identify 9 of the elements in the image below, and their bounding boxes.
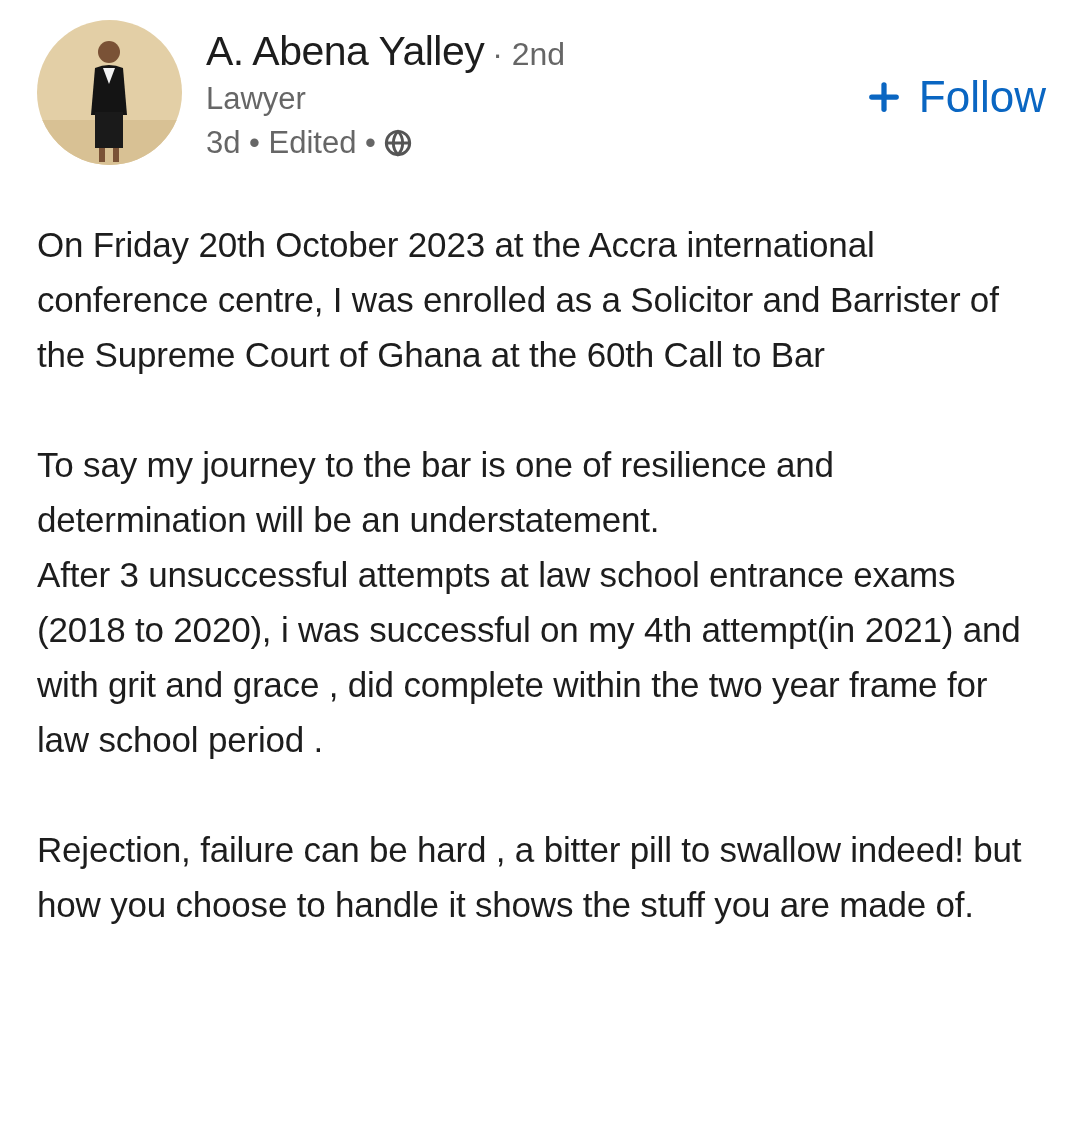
author-name[interactable]: A. Abena Yalley xyxy=(206,28,485,75)
post-paragraph: On Friday 20th October 2023 at the Accra international conference centre, I was enrolled as a Solicitor and Barrister of the Supreme Court of Ghana at the 60th Call to Bar xyxy=(37,224,1000,376)
author-headline: Lawyer xyxy=(206,81,307,117)
post-paragraph: Rejection, failure can be hard , a bitter pill to swallow indeed! but how you choose to handle it shows the stuff you are made of. xyxy=(37,829,1023,926)
connection-degree: · 2nd xyxy=(492,36,566,73)
follow-button[interactable]: Follow xyxy=(862,72,1046,122)
post-paragraph: To say my journey to the bar is one of resilience and determination will be an understatement. After 3 unsuccessful attempts at law school entrance exams (2018 to 2020), i was successful on my 4th attempt(in 2021) and with grit and grace , did complete within the two year frame for law school period . xyxy=(37,444,1022,761)
globe-icon xyxy=(383,129,412,157)
post-meta: 3d • Edited • xyxy=(206,125,376,161)
